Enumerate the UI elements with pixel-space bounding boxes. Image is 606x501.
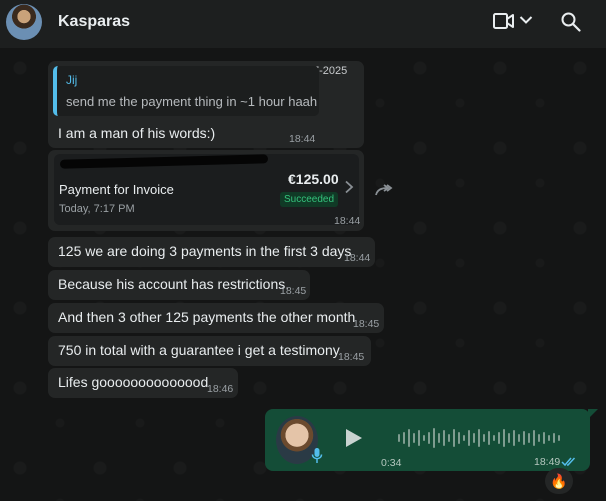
- video-call-icon[interactable]: [493, 12, 515, 30]
- quote-text: send me the payment thing in ~1 hour haa…: [66, 94, 318, 109]
- bubble-tail: [588, 409, 598, 419]
- voice-waveform[interactable]: [396, 424, 564, 452]
- payment-date: Today, 7:17 PM: [59, 203, 135, 215]
- double-check-icon: [561, 457, 576, 467]
- message-time: 18:44: [289, 133, 316, 145]
- voice-duration: 0:34: [381, 457, 402, 469]
- message-time: 18:45: [280, 285, 307, 297]
- chevron-down-icon[interactable]: [519, 15, 533, 25]
- reaction-badge[interactable]: 🔥: [545, 468, 573, 494]
- message-text: 750 in total with a guarantee i get a te…: [58, 342, 340, 358]
- message-time: 18:49: [534, 456, 561, 468]
- payment-status-badge: Succeeded: [280, 192, 339, 207]
- message-time: 18:46: [207, 383, 234, 395]
- quoted-message[interactable]: Jij send me the payment thing in ~1 hour…: [53, 66, 319, 116]
- contact-avatar[interactable]: [6, 4, 42, 40]
- message-text: And then 3 other 125 payments the other …: [58, 309, 356, 325]
- chevron-right-icon[interactable]: [344, 180, 354, 194]
- payment-title: Payment for Invoice: [59, 182, 174, 197]
- message-time: 18:44: [344, 252, 371, 264]
- message-text: I am a man of his words:): [58, 125, 216, 141]
- contact-name[interactable]: Kasparas: [58, 13, 130, 31]
- message-time: 18:44: [334, 215, 361, 227]
- forward-icon[interactable]: [373, 183, 393, 199]
- message-time: 18:45: [338, 351, 365, 363]
- message-time: 18:45: [353, 318, 380, 330]
- quote-author: Jij: [66, 73, 78, 87]
- search-icon[interactable]: [561, 12, 581, 32]
- payment-amount: €125.00: [288, 171, 339, 187]
- fire-emoji: 🔥: [550, 472, 568, 489]
- message-text: Because his account has restrictions.: [58, 276, 290, 292]
- chat-header: Kasparas: [0, 0, 606, 48]
- microphone-icon: [311, 448, 323, 463]
- message-text: Lifes goooooooooooood: [58, 374, 209, 390]
- message-text: 125 we are doing 3 payments in the first…: [58, 243, 352, 259]
- play-icon[interactable]: [345, 428, 363, 448]
